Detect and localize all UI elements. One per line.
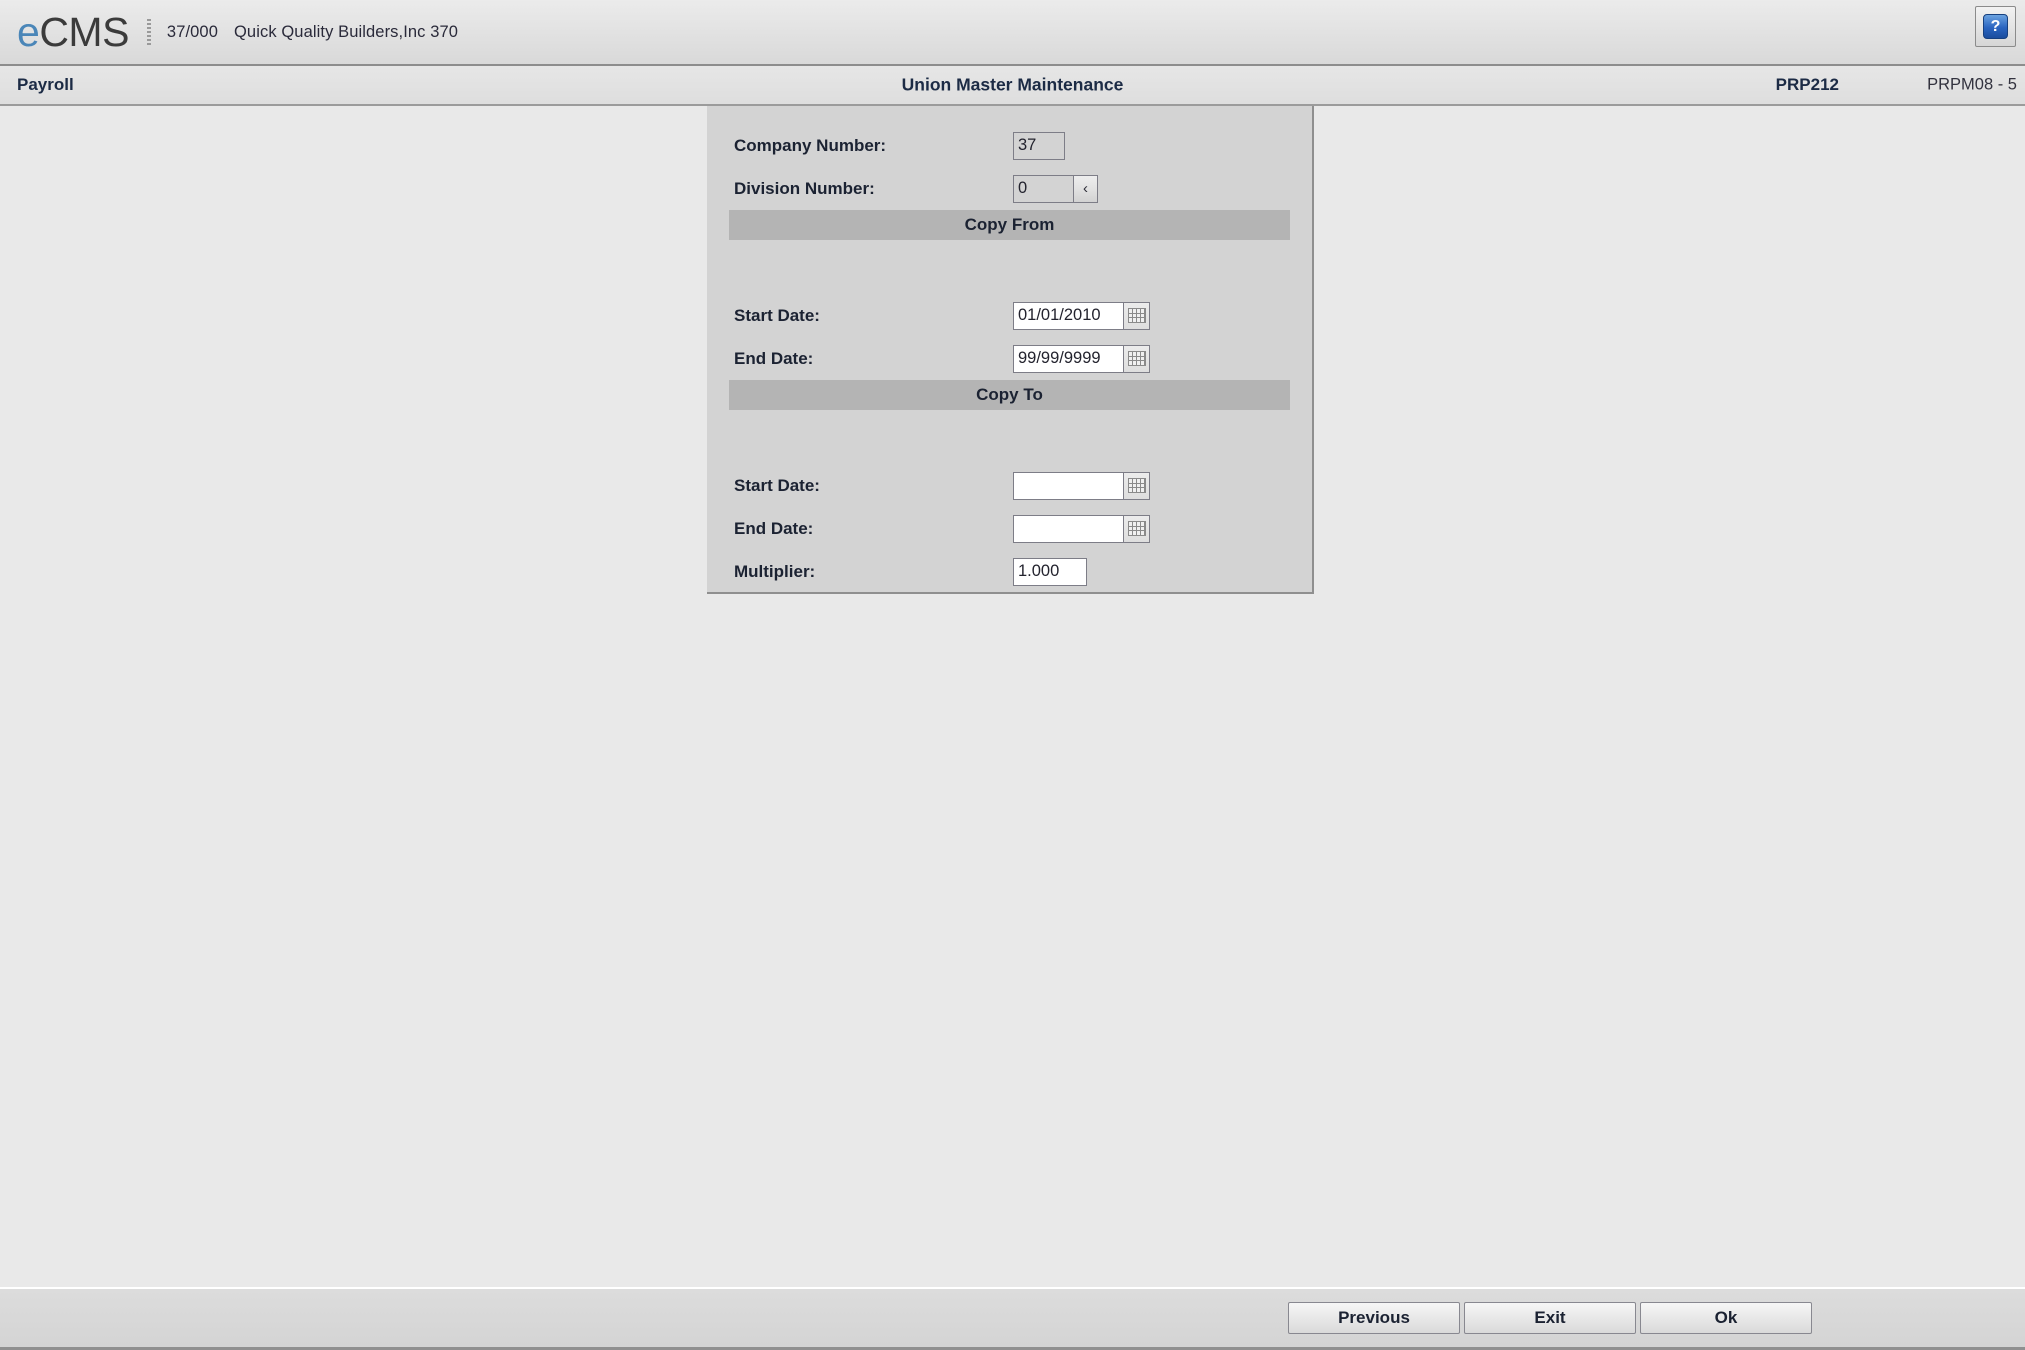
copy-to-start-date-label: Start Date:	[734, 475, 820, 495]
screen-id: PRPM08 - 5	[1927, 75, 2017, 94]
copy-from-section-header: Copy From	[729, 210, 1290, 240]
logo-letter-e: e	[17, 8, 40, 55]
copy-to-end-date-field-zone	[1013, 514, 1150, 543]
union-copy-form-panel: Company Number: Division Number: ‹ Copy …	[707, 106, 1314, 594]
module-title-bar: Payroll Union Master Maintenance PRP212 …	[0, 66, 2025, 106]
copy-to-spacer	[707, 410, 1312, 464]
module-name: Payroll	[17, 75, 74, 94]
calendar-icon	[1127, 308, 1146, 323]
multiplier-field-zone	[1013, 557, 1087, 586]
division-number-label: Division Number:	[734, 178, 875, 198]
ecms-logo: eCMS	[17, 8, 129, 55]
work-area: Company Number: Division Number: ‹ Copy …	[0, 106, 2025, 1287]
calendar-icon	[1127, 478, 1146, 493]
question-mark-icon: ?	[1983, 14, 2008, 39]
copy-to-end-date-row: End Date:	[707, 507, 1312, 550]
logo-text-cms: CMS	[39, 8, 129, 55]
copy-from-end-date-label: End Date:	[734, 348, 814, 368]
exit-button[interactable]: Exit	[1464, 1302, 1636, 1334]
multiplier-label: Multiplier:	[734, 561, 816, 581]
copy-from-start-date-input[interactable]	[1013, 301, 1123, 330]
calendar-icon	[1127, 351, 1146, 366]
ok-button[interactable]: Ok	[1640, 1302, 1812, 1334]
panel-top-spacer	[707, 106, 1312, 124]
copy-to-section-header: Copy To	[729, 380, 1290, 410]
copy-from-end-date-field-zone	[1013, 344, 1150, 373]
division-number-row: Division Number: ‹	[707, 167, 1312, 210]
copy-from-start-date-label: Start Date:	[734, 305, 820, 325]
company-number-label: Company Number:	[734, 135, 887, 155]
copy-to-end-date-calendar-button[interactable]	[1123, 514, 1150, 543]
copy-to-end-date-input[interactable]	[1013, 514, 1123, 543]
copy-to-start-date-input[interactable]	[1013, 471, 1123, 500]
copy-from-start-date-row: Start Date:	[707, 294, 1312, 337]
copy-from-end-date-row: End Date:	[707, 337, 1312, 380]
copy-from-start-date-calendar-button[interactable]	[1123, 301, 1150, 330]
header-separator	[146, 19, 151, 45]
copy-from-start-date-field-zone	[1013, 301, 1150, 330]
copy-from-spacer	[707, 240, 1312, 294]
company-number-field-zone	[1013, 131, 1065, 160]
multiplier-row: Multiplier:	[707, 550, 1312, 593]
company-code: 37/000	[166, 22, 218, 41]
help-button[interactable]: ?	[1975, 6, 2016, 47]
division-number-input[interactable]	[1013, 174, 1073, 203]
copy-from-end-date-calendar-button[interactable]	[1123, 344, 1150, 373]
previous-button[interactable]: Previous	[1288, 1302, 1460, 1334]
page-title: Union Master Maintenance	[901, 74, 1124, 95]
division-number-lookup-button[interactable]: ‹	[1073, 174, 1098, 203]
application-header: eCMS 37/000 Quick Quality Builders,Inc 3…	[0, 0, 2025, 66]
multiplier-input[interactable]	[1013, 557, 1087, 586]
division-number-field-zone: ‹	[1013, 174, 1098, 203]
copy-to-start-date-calendar-button[interactable]	[1123, 471, 1150, 500]
company-name: Quick Quality Builders,Inc 370	[234, 22, 459, 41]
chevron-left-icon: ‹	[1083, 180, 1088, 197]
company-number-row: Company Number:	[707, 124, 1312, 167]
copy-to-end-date-label: End Date:	[734, 518, 814, 538]
company-number-input[interactable]	[1013, 131, 1065, 160]
copy-to-start-date-row: Start Date:	[707, 464, 1312, 507]
calendar-icon	[1127, 521, 1146, 536]
copy-to-start-date-field-zone	[1013, 471, 1150, 500]
copy-from-end-date-input[interactable]	[1013, 344, 1123, 373]
program-id: PRP212	[1775, 75, 1839, 94]
action-button-bar: Previous Exit Ok	[0, 1287, 2025, 1350]
